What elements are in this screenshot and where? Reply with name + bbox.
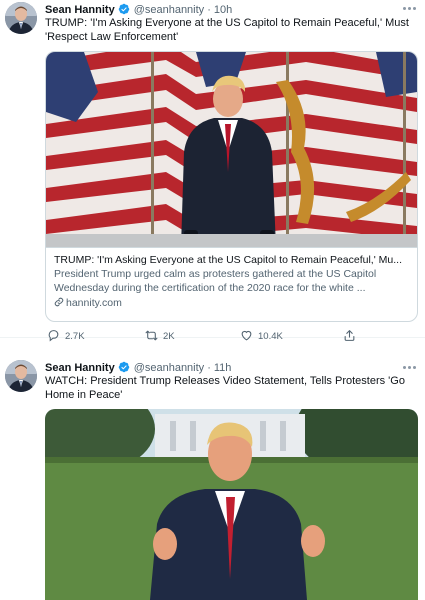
retweet-count: 2K: [163, 331, 175, 342]
share-button[interactable]: [343, 329, 361, 345]
reply-button[interactable]: 2.7K: [47, 329, 85, 345]
tweet-text: TRUMP: 'I'm Asking Everyone at the US Ca…: [45, 17, 409, 43]
retweet-icon: [145, 330, 158, 341]
card-domain[interactable]: hannity.com: [54, 296, 409, 310]
reply-count: 2.7K: [65, 331, 85, 342]
link-card[interactable]: TRUMP: 'I'm Asking Everyone at the US Ca…: [45, 51, 418, 322]
separator-dot: ·: [207, 362, 211, 374]
avatar-image: [5, 360, 37, 392]
author-handle[interactable]: @seanhannity: [134, 4, 205, 16]
link-icon: [54, 297, 64, 307]
author-name[interactable]: Sean Hannity: [45, 362, 115, 374]
like-button[interactable]: 10.4K: [240, 329, 283, 345]
tweet-text: WATCH: President Trump Releases Video St…: [45, 375, 405, 401]
tweet-2[interactable]: Sean Hannity @seanhannity · 11h WATCH: Pres…: [0, 352, 425, 600]
share-icon: [344, 330, 355, 341]
reply-icon: [48, 330, 59, 342]
author-name[interactable]: Sean Hannity: [45, 4, 115, 16]
author-handle[interactable]: @seanhannity: [134, 362, 205, 374]
tweet-timestamp[interactable]: 10h: [214, 4, 232, 16]
more-options-icon[interactable]: [403, 365, 417, 371]
card-description: President Trump urged calm as protesters…: [54, 268, 377, 294]
card-image: [46, 52, 417, 247]
avatar-image: [5, 2, 37, 34]
heart-icon: [241, 330, 252, 341]
more-options-icon[interactable]: [403, 6, 417, 12]
tweet-1[interactable]: Sean Hannity @seanhannity · 10h TRUMP: 'I'm…: [0, 0, 425, 342]
separator-dot: ·: [207, 4, 211, 16]
card-title[interactable]: TRUMP: 'I'm Asking Everyone at the US Ca…: [54, 253, 409, 267]
card-domain-text: hannity.com: [66, 297, 122, 309]
like-count: 10.4K: [258, 331, 283, 342]
video-thumbnail[interactable]: [45, 409, 418, 600]
retweet-button[interactable]: 2K: [145, 329, 175, 345]
tweet-actions: 2.7K 2K 10.4K: [45, 329, 417, 345]
card-body: TRUMP: 'I'm Asking Everyone at the US Ca…: [46, 247, 417, 321]
tweet-timestamp[interactable]: 11h: [214, 362, 232, 374]
author-avatar[interactable]: [5, 360, 37, 392]
author-avatar[interactable]: [5, 2, 37, 34]
